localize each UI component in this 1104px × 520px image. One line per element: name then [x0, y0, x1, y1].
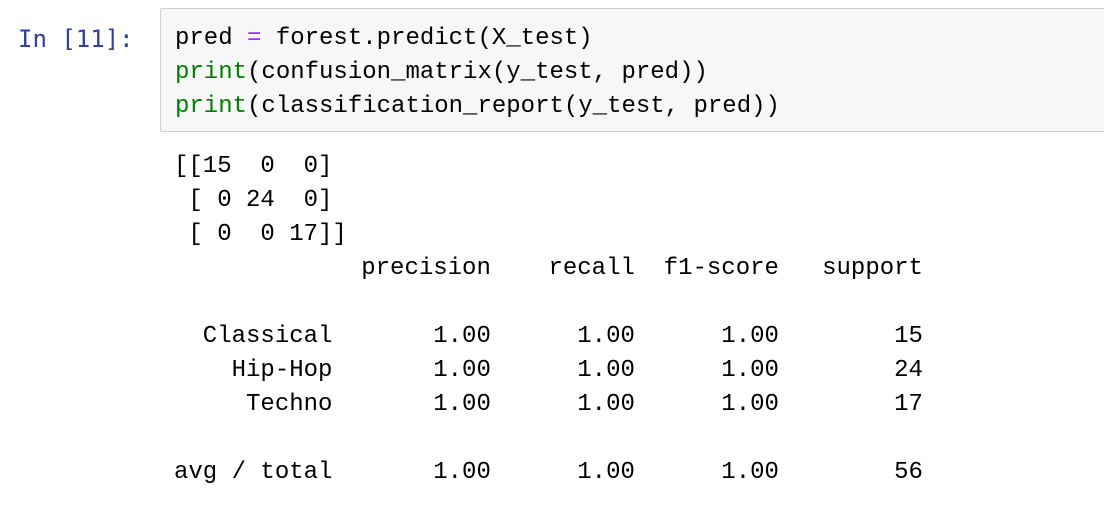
cell-prompt: In [11]: [18, 25, 134, 53]
code-token: forest.predict(X_test) [261, 25, 593, 52]
output-line: Classical 1.00 1.00 1.00 15 [174, 323, 923, 350]
code-token: (classification_report(y_test, pred)) [247, 93, 780, 120]
code-line: print(confusion_matrix(y_test, pred)) [175, 56, 780, 90]
code-token: = [247, 25, 262, 52]
output-line: [ 0 24 0] [174, 187, 333, 214]
code-line: pred = forest.predict(X_test) [175, 22, 780, 56]
code-cell-input[interactable]: pred = forest.predict(X_test) print(confu… [160, 8, 1104, 132]
output-line: precision recall f1-score support [174, 255, 923, 282]
output-line: [ 0 0 17]] [174, 221, 347, 248]
cell-output: [[15 0 0] [ 0 24 0] [ 0 0 17]] precision… [174, 150, 923, 490]
code-token: pred [175, 25, 248, 52]
output-line: Hip-Hop 1.00 1.00 1.00 24 [174, 357, 923, 384]
code-token: print [175, 59, 248, 86]
output-line: avg / total 1.00 1.00 1.00 56 [174, 459, 923, 486]
code-editor[interactable]: pred = forest.predict(X_test) print(confu… [175, 22, 780, 124]
output-line: Techno 1.00 1.00 1.00 17 [174, 391, 923, 418]
code-token: (confusion_matrix(y_test, pred)) [247, 59, 708, 86]
output-line: [[15 0 0] [174, 153, 333, 180]
code-line: print(classification_report(y_test, pred… [175, 90, 780, 124]
code-token: print [175, 93, 248, 120]
